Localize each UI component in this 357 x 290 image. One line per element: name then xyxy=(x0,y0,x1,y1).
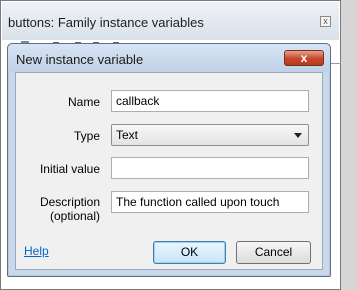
dialog-titlebar[interactable]: New instance variable x xyxy=(8,44,330,72)
dialog-content: Name callback Type Text Initial value De… xyxy=(15,72,323,270)
ok-button[interactable]: OK xyxy=(153,241,226,264)
close-glyph: x xyxy=(300,51,308,65)
background-window-title: buttons: Family instance variables xyxy=(8,15,204,30)
help-link[interactable]: Help xyxy=(24,244,49,258)
dialog-title: New instance variable xyxy=(16,52,144,67)
description-field[interactable]: The function called upon touch xyxy=(111,191,309,213)
name-field[interactable]: callback xyxy=(111,90,309,112)
description-label: Description xyxy=(39,195,100,209)
close-icon[interactable]: x xyxy=(284,50,324,66)
chevron-down-icon[interactable] xyxy=(294,133,302,138)
cancel-button[interactable]: Cancel xyxy=(236,241,311,264)
initial-value-label: Initial value xyxy=(39,162,100,176)
background-close-icon[interactable]: x xyxy=(320,16,331,27)
type-select[interactable]: Text xyxy=(111,124,309,146)
type-label: Type xyxy=(73,129,100,143)
description-optional-label: (optional) xyxy=(49,209,100,223)
background-edge xyxy=(341,0,357,290)
type-select-value: Text xyxy=(116,128,139,142)
new-instance-variable-dialog: New instance variable x Name callback Ty… xyxy=(7,43,331,277)
name-label: Name xyxy=(67,95,100,109)
initial-value-field[interactable] xyxy=(111,157,309,179)
background-window-titlebar: buttons: Family instance variables x xyxy=(2,2,339,40)
